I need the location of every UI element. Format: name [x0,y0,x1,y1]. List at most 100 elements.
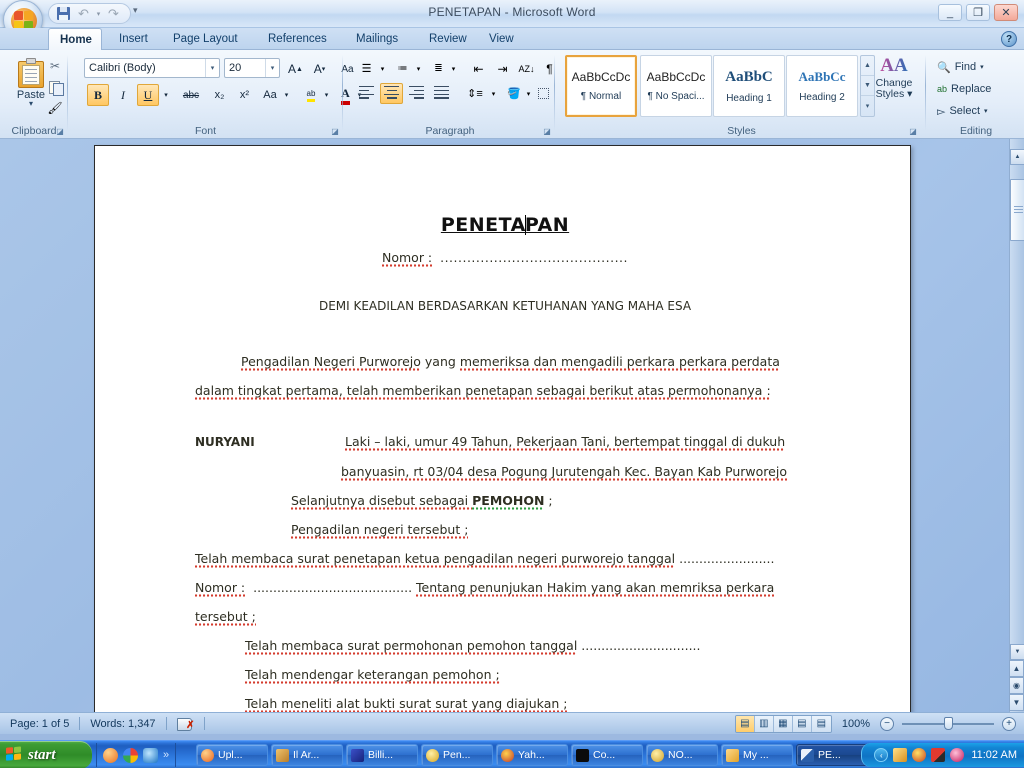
numbering-dropdown[interactable]: ▾ [413,58,424,79]
style-heading-1[interactable]: AaBbC Heading 1 [713,55,785,117]
cut-button[interactable]: ✂ [44,56,66,76]
taskbar-item-word[interactable]: PE... [796,744,868,766]
grow-font-button[interactable]: A ▲ [284,58,307,80]
page-indicator[interactable]: Page: 1 of 5 [0,716,79,732]
firefox-quicklaunch-icon[interactable] [103,747,118,763]
tab-page-layout[interactable]: Page Layout [162,28,249,50]
style-normal[interactable]: AaBbCcDc ¶ Normal [565,55,637,117]
minimize-button[interactable]: _ [938,4,962,21]
tab-mailings[interactable]: Mailings [345,28,409,50]
word-count[interactable]: Words: 1,347 [80,716,165,732]
underline-dropdown[interactable]: ▾ [160,84,172,106]
bullets-button[interactable]: ☰ [355,58,378,79]
find-button[interactable]: 🔍 Find ▾ [932,57,1018,77]
taskbar-item-6[interactable]: NO... [646,744,718,766]
strikethrough-button[interactable]: abc [177,84,205,106]
shrink-font-button[interactable]: A ▾ [308,58,331,80]
zoom-slider-handle[interactable] [944,717,953,730]
style-no-spacing[interactable]: AaBbCcDc ¶ No Spaci... [640,55,712,117]
font-size-combobox[interactable]: 20 ▾ [224,58,280,78]
proofing-status-button[interactable] [167,716,204,734]
close-button[interactable]: ✕ [994,4,1018,21]
paragraph-dialog-launcher[interactable]: ◪ [542,127,552,137]
tab-home[interactable]: Home [48,28,102,50]
underline-button[interactable]: U [137,84,159,106]
taskbar-item-0[interactable]: Upl... [196,744,268,766]
next-page-button[interactable]: ▼ [1009,694,1024,711]
internet-explorer-quicklaunch-icon[interactable] [143,747,158,763]
style-heading-2[interactable]: AaBbCc Heading 2 [786,55,858,117]
taskbar-item-5[interactable]: Co... [571,744,643,766]
font-dialog-launcher[interactable]: ◪ [330,127,340,137]
system-clock[interactable]: 11:02 AM [969,749,1017,761]
subscript-button[interactable]: x₂ [208,84,231,106]
superscript-button[interactable]: x² [233,84,256,106]
font-name-combobox[interactable]: Calibri (Body) ▾ [84,58,220,78]
taskbar-item-1[interactable]: Il Ar... [271,744,343,766]
zoom-in-button[interactable]: + [1002,716,1016,731]
outline-view-button[interactable]: ▤ [792,715,812,732]
line-spacing-button[interactable]: ⇕≡ [461,83,489,104]
document-page[interactable]: PENETAPAN Nomor : ......................… [94,145,911,712]
italic-button[interactable]: I [112,84,134,106]
document-body[interactable]: PENETAPAN Nomor : ......................… [195,208,815,712]
numbering-button[interactable]: ≔ [391,58,414,79]
justify-button[interactable] [430,83,453,104]
line-spacing-dropdown[interactable]: ▾ [488,83,499,104]
mail-icon[interactable] [893,748,908,762]
print-layout-view-button[interactable]: ▤ [735,715,755,732]
quick-launch-more[interactable]: » [163,749,169,761]
clipboard-dialog-launcher[interactable]: ◪ [55,127,65,137]
change-styles-button[interactable]: AA Change Styles ▾ [868,54,920,118]
change-case-dropdown[interactable]: ▾ [281,84,292,106]
vertical-scrollbar[interactable]: ▲ ▼ [1009,139,1024,712]
decrease-indent-button[interactable]: ⇤ [467,58,490,79]
tab-view[interactable]: View [478,28,525,50]
shading-dropdown[interactable]: ▾ [523,83,534,104]
restore-button[interactable]: ❐ [966,4,990,21]
tab-insert[interactable]: Insert [108,28,159,50]
taskbar-item-7[interactable]: My ... [721,744,793,766]
shading-button[interactable]: 🪣 [503,83,525,104]
multilevel-list-button[interactable]: ≣ [427,58,450,79]
align-right-button[interactable] [405,83,428,104]
chrome-quicklaunch-icon[interactable] [123,747,138,763]
change-case-button[interactable]: Aa [258,84,282,106]
increase-indent-button[interactable]: ⇥ [491,58,514,79]
taskbar-item-3[interactable]: Pen... [421,744,493,766]
sort-button[interactable]: AZ↓ [515,58,538,79]
replace-button[interactable]: ab Replace [932,79,1018,99]
borders-button[interactable] [535,83,551,104]
taskbar-item-2[interactable]: Billi... [346,744,418,766]
help-icon[interactable]: ? [1001,31,1017,47]
kaspersky-icon[interactable] [931,748,946,762]
previous-page-button[interactable]: ▲ [1009,660,1024,677]
scroll-down-button[interactable]: ▼ [1010,644,1024,660]
styles-dialog-launcher[interactable]: ◪ [908,127,918,137]
text-highlight-button[interactable]: ab [300,84,322,106]
tab-references[interactable]: References [257,28,338,50]
yahoo-messenger-icon[interactable] [912,748,927,762]
select-browse-object-button[interactable]: ◉ [1009,677,1024,694]
start-button[interactable]: start [0,741,92,768]
heart-icon[interactable] [950,748,965,762]
draft-view-button[interactable]: ▤ [811,715,831,732]
scrollbar-thumb[interactable] [1010,179,1024,241]
highlight-dropdown[interactable]: ▾ [321,84,332,106]
document-canvas[interactable]: PENETAPAN Nomor : ......................… [0,139,1009,712]
select-button[interactable]: ▻ Select ▾ [932,101,1018,121]
copy-button[interactable] [44,77,66,97]
scroll-up-button[interactable]: ▲ [1010,149,1024,165]
align-left-button[interactable] [355,83,378,104]
zoom-out-button[interactable]: − [880,716,894,731]
bullets-dropdown[interactable]: ▾ [377,58,388,79]
web-layout-view-button[interactable]: ▦ [773,715,793,732]
show-hidden-icons-button[interactable]: ‹ [874,748,889,762]
format-painter-button[interactable]: 🖌 [44,98,66,118]
align-center-button[interactable] [380,83,403,104]
zoom-slider[interactable] [898,717,998,731]
zoom-level[interactable]: 100% [836,718,876,730]
full-screen-reading-view-button[interactable]: ▥ [754,715,774,732]
taskbar-item-4[interactable]: Yah... [496,744,568,766]
bold-button[interactable]: B [87,84,109,106]
